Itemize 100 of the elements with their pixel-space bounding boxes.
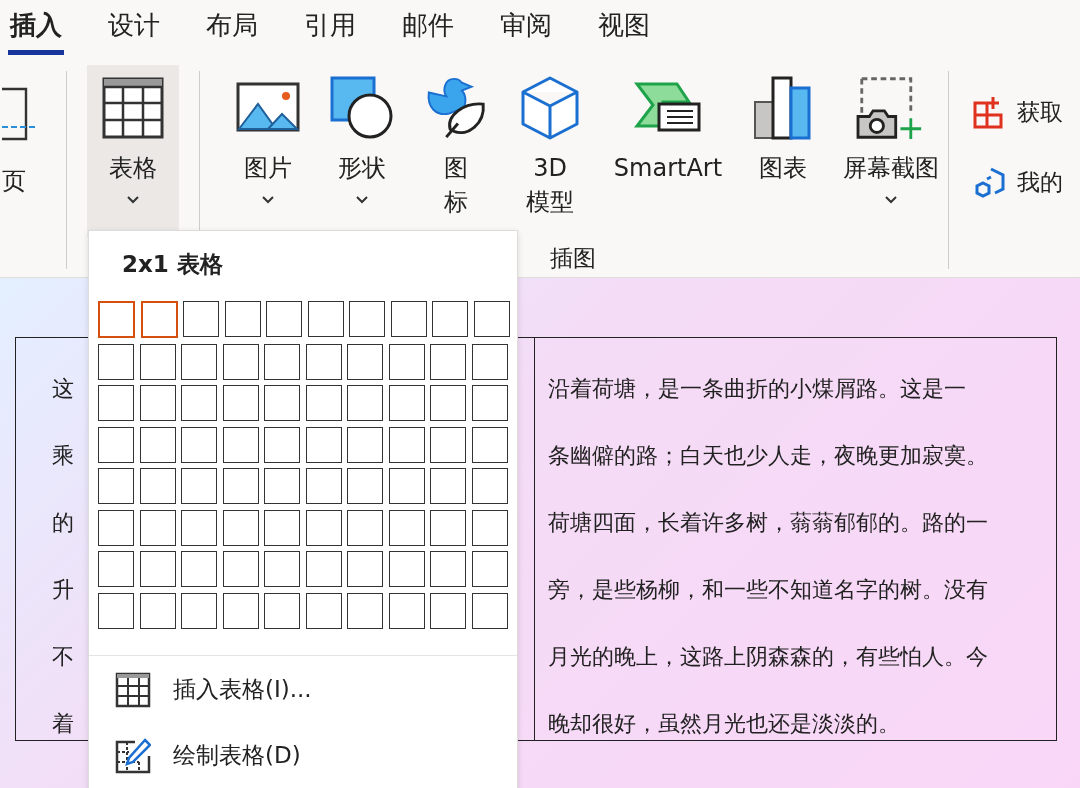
ribbon-tab[interactable]: 审阅 <box>498 2 554 55</box>
grid-cell[interactable] <box>305 551 342 587</box>
grid-cell[interactable] <box>139 551 176 587</box>
grid-cell[interactable] <box>264 385 300 421</box>
grid-cell[interactable] <box>388 592 425 629</box>
grid-cell[interactable] <box>347 385 383 421</box>
grid-cell[interactable] <box>430 426 466 463</box>
grid-cell[interactable] <box>305 343 342 380</box>
table-button[interactable]: 表格 <box>87 65 179 237</box>
grid-cell[interactable] <box>471 426 508 463</box>
ribbon-tab[interactable]: 布局 <box>204 2 260 55</box>
ribbon-tab[interactable]: 插入 <box>8 2 64 55</box>
grid-cell[interactable] <box>305 426 342 463</box>
grid-cell[interactable] <box>388 551 425 587</box>
grid-cell[interactable] <box>471 592 508 629</box>
grid-cell[interactable] <box>183 301 219 337</box>
grid-cell[interactable] <box>305 385 342 421</box>
grid-cell[interactable] <box>139 426 176 463</box>
grid-cell[interactable] <box>181 468 217 504</box>
grid-cell[interactable] <box>388 385 425 421</box>
grid-cell[interactable] <box>222 468 259 504</box>
grid-cell[interactable] <box>266 301 302 337</box>
grid-cell[interactable] <box>264 592 300 629</box>
add-in-button[interactable]: 获取 <box>973 95 1063 129</box>
menu-item[interactable]: 插入表格(I)... <box>89 657 517 722</box>
grid-cell[interactable] <box>139 592 176 629</box>
ribbon-tab[interactable]: 引用 <box>302 2 358 55</box>
grid-cell[interactable] <box>98 301 135 338</box>
grid-cell[interactable] <box>140 301 178 338</box>
grid-cell[interactable] <box>222 509 259 546</box>
grid-cell[interactable] <box>181 426 217 463</box>
grid-cell[interactable] <box>388 509 425 546</box>
grid-cell[interactable] <box>181 509 217 546</box>
grid-cell[interactable] <box>347 509 383 546</box>
grid-cell[interactable] <box>264 509 300 546</box>
grid-cell[interactable] <box>98 551 134 587</box>
grid-cell[interactable] <box>471 509 508 546</box>
grid-cell[interactable] <box>264 426 300 463</box>
grid-cell[interactable] <box>98 592 134 629</box>
grid-cell[interactable] <box>471 551 508 587</box>
grid-cell[interactable] <box>222 385 259 421</box>
ribbon-button[interactable]: 图 标 <box>416 65 496 237</box>
grid-cell[interactable] <box>224 301 261 337</box>
grid-cell[interactable] <box>430 509 466 546</box>
ribbon-tab[interactable]: 视图 <box>596 2 652 55</box>
grid-cell[interactable] <box>222 426 259 463</box>
menu-item[interactable]: 绘制表格(D) <box>89 723 517 788</box>
ribbon-tab[interactable]: 邮件 <box>400 2 456 55</box>
ribbon-button[interactable]: 3D 模型 <box>510 65 590 237</box>
grid-cell[interactable] <box>181 343 217 380</box>
grid-cell[interactable] <box>181 551 217 587</box>
ribbon-button[interactable]: 图表 <box>746 65 820 237</box>
table-text-line: 不 <box>52 643 74 671</box>
page-break-button[interactable]: 页 <box>2 165 26 197</box>
grid-cell[interactable] <box>139 468 176 504</box>
grid-cell[interactable] <box>430 343 466 380</box>
grid-cell[interactable] <box>222 592 259 629</box>
grid-cell[interactable] <box>139 509 176 546</box>
grid-cell[interactable] <box>98 343 134 380</box>
grid-cell[interactable] <box>264 468 300 504</box>
grid-cell[interactable] <box>305 509 342 546</box>
grid-cell[interactable] <box>349 301 385 337</box>
grid-cell[interactable] <box>181 592 217 629</box>
grid-cell[interactable] <box>305 592 342 629</box>
grid-cell[interactable] <box>430 385 466 421</box>
add-in-button[interactable]: 我的 <box>973 165 1063 199</box>
grid-cell[interactable] <box>432 301 468 337</box>
grid-cell[interactable] <box>471 385 508 421</box>
grid-cell[interactable] <box>305 468 342 504</box>
grid-cell[interactable] <box>430 592 466 629</box>
grid-cell[interactable] <box>307 301 344 337</box>
grid-cell[interactable] <box>98 509 134 546</box>
grid-cell[interactable] <box>264 343 300 380</box>
table-text-line: 旁，是些杨柳，和一些不知道名字的树。没有 <box>548 576 988 604</box>
ribbon-button[interactable]: SmartArt <box>604 65 732 237</box>
grid-cell[interactable] <box>471 468 508 504</box>
grid-cell[interactable] <box>473 301 510 337</box>
grid-cell[interactable] <box>388 343 425 380</box>
grid-cell[interactable] <box>471 343 508 380</box>
grid-cell[interactable] <box>98 426 134 463</box>
grid-cell[interactable] <box>388 426 425 463</box>
grid-cell[interactable] <box>347 343 383 380</box>
ribbon-tab[interactable]: 设计 <box>106 2 162 55</box>
ribbon-button[interactable]: 屏幕截图 <box>834 65 948 237</box>
grid-cell[interactable] <box>139 385 176 421</box>
grid-cell[interactable] <box>139 343 176 380</box>
grid-cell[interactable] <box>98 468 134 504</box>
grid-cell[interactable] <box>222 551 259 587</box>
grid-cell[interactable] <box>264 551 300 587</box>
grid-cell[interactable] <box>347 592 383 629</box>
grid-cell[interactable] <box>347 468 383 504</box>
grid-cell[interactable] <box>181 385 217 421</box>
grid-cell[interactable] <box>222 343 259 380</box>
grid-cell[interactable] <box>347 426 383 463</box>
grid-cell[interactable] <box>388 468 425 504</box>
grid-cell[interactable] <box>430 551 466 587</box>
grid-cell[interactable] <box>390 301 427 337</box>
grid-cell[interactable] <box>98 385 134 421</box>
grid-cell[interactable] <box>347 551 383 587</box>
grid-cell[interactable] <box>430 468 466 504</box>
